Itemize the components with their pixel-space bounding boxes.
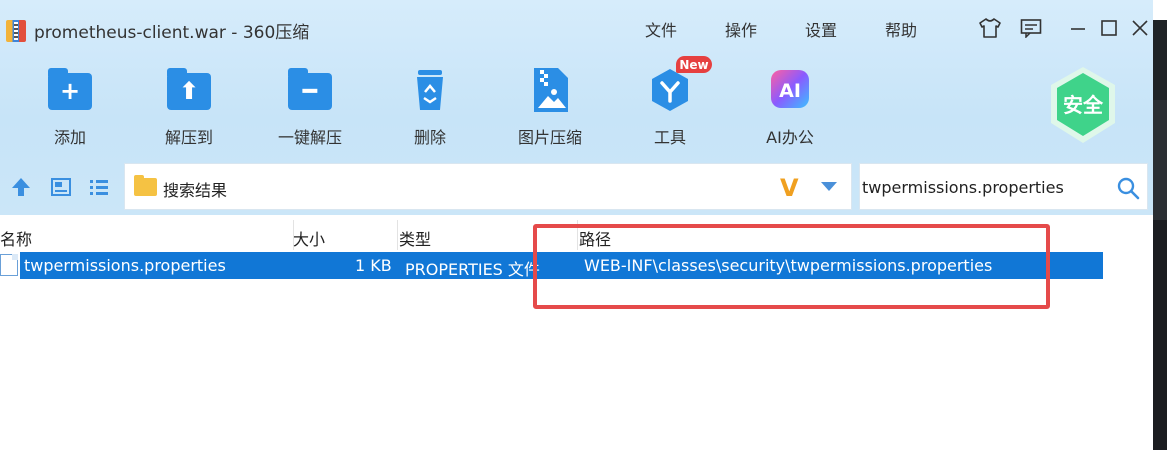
one-click-extract-button[interactable]: ━ 一键解压 (265, 66, 355, 150)
file-type: PROPERTIES 文件 (405, 260, 540, 279)
address-dropdown-icon[interactable] (821, 182, 837, 191)
folder-icon (134, 175, 157, 196)
menu-settings[interactable]: 设置 (805, 17, 837, 41)
maximize-icon[interactable] (1097, 16, 1121, 40)
window-header: prometheus-client.war - 360压缩 文件 操作 设置 帮… (0, 0, 1153, 215)
highlight-box (533, 224, 1050, 309)
ai-icon-text: AI (779, 80, 801, 102)
add-folder-icon: + (59, 77, 81, 105)
delete-label: 删除 (413, 128, 446, 147)
menu-file[interactable]: 文件 (645, 17, 677, 41)
column-size[interactable]: 大小 (293, 226, 325, 250)
address-bar[interactable]: 搜索结果 V (124, 163, 852, 210)
v-logo-icon[interactable]: V (780, 174, 799, 202)
add-label: 添加 (53, 128, 86, 147)
image-compress-label: 图片压缩 (517, 128, 582, 147)
up-directory-icon[interactable] (8, 175, 34, 199)
new-badge: New (676, 56, 712, 73)
delete-button[interactable]: 删除 (385, 66, 475, 150)
add-button[interactable]: + 添加 (25, 66, 115, 150)
search-box[interactable] (859, 163, 1148, 210)
close-icon[interactable] (1128, 16, 1152, 40)
column-type[interactable]: 类型 (399, 226, 431, 250)
file-icon (0, 254, 18, 276)
security-badge[interactable]: 安全 (1047, 65, 1119, 145)
image-zip-icon (526, 66, 574, 114)
column-name[interactable]: 名称 (0, 226, 32, 250)
one-click-extract-label: 一键解压 (277, 128, 342, 147)
archive-window: prometheus-client.war - 360压缩 文件 操作 设置 帮… (0, 0, 1153, 450)
menu-help[interactable]: 帮助 (885, 17, 917, 41)
window-title: prometheus-client.war - 360压缩 (34, 23, 310, 43)
feedback-icon[interactable] (1019, 16, 1043, 40)
search-input[interactable] (862, 174, 1102, 200)
one-click-extract-icon: ━ (302, 77, 318, 105)
extract-folder-icon: ⬆ (178, 77, 200, 105)
search-icon[interactable] (1116, 176, 1140, 200)
view-thumbnail-icon[interactable] (48, 175, 74, 199)
column-divider[interactable] (397, 220, 398, 250)
tools-icon (646, 66, 694, 114)
title-bar: prometheus-client.war - 360压缩 文件 操作 设置 帮… (0, 0, 1153, 56)
extract-to-button[interactable]: ⬆ 解压到 (144, 66, 234, 150)
extract-to-label: 解压到 (164, 128, 213, 147)
archive-app-icon (6, 20, 26, 42)
recycle-bin-icon (406, 66, 454, 114)
ai-icon: AI (766, 66, 814, 114)
ai-office-button[interactable]: AI AI办公 (745, 66, 835, 150)
security-badge-text: 安全 (1063, 93, 1103, 117)
file-size: 1 KB (355, 256, 392, 275)
background-window-edge (1153, 0, 1167, 450)
tools-button[interactable]: 工具 (625, 66, 715, 150)
view-list-icon[interactable] (86, 175, 112, 199)
address-path: 搜索结果 (163, 181, 228, 200)
menu-operate[interactable]: 操作 (725, 17, 757, 41)
skin-icon[interactable] (978, 16, 1002, 40)
tools-label: 工具 (653, 128, 686, 147)
minimize-icon[interactable] (1066, 16, 1090, 40)
ai-office-label: AI办公 (766, 128, 814, 147)
file-name: twpermissions.properties (24, 256, 226, 275)
image-compress-button[interactable]: 图片压缩 (505, 66, 595, 150)
